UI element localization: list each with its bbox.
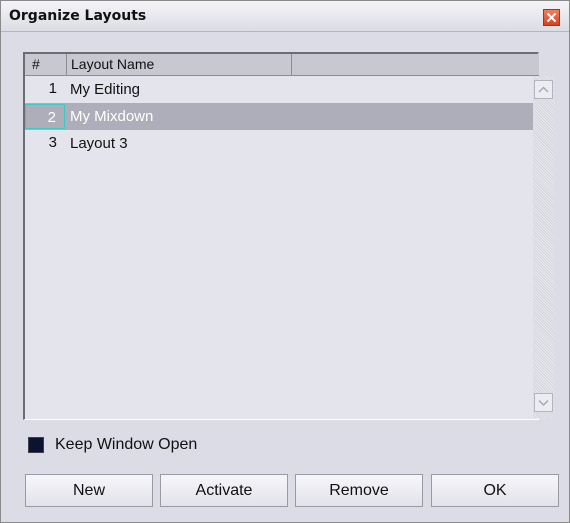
layout-number: 3 xyxy=(48,134,57,151)
new-button[interactable]: New xyxy=(25,474,153,507)
layout-name: Layout 3 xyxy=(70,135,128,152)
organize-layouts-dialog: Organize Layouts # Layout Name 1 My Edit… xyxy=(0,0,570,523)
column-header-number[interactable]: # xyxy=(25,54,67,75)
title-bar[interactable]: Organize Layouts xyxy=(1,1,569,32)
chevron-up-icon xyxy=(538,86,549,93)
column-header-layout-name[interactable]: Layout Name xyxy=(68,54,292,75)
scroll-up-button[interactable] xyxy=(534,80,553,99)
layout-list[interactable]: # Layout Name 1 My Editing 2 My Mixdown … xyxy=(23,52,555,420)
layout-number: 1 xyxy=(48,80,57,97)
close-button[interactable] xyxy=(543,9,560,26)
list-header: # Layout Name xyxy=(25,54,539,76)
list-item[interactable]: 1 My Editing xyxy=(25,76,533,103)
window-title: Organize Layouts xyxy=(9,8,147,24)
scroll-down-button[interactable] xyxy=(534,393,553,412)
ok-button[interactable]: OK xyxy=(431,474,559,507)
remove-button[interactable]: Remove xyxy=(295,474,423,507)
list-rows: 1 My Editing 2 My Mixdown 3 Layout 3 xyxy=(25,76,533,157)
chevron-down-icon xyxy=(538,399,549,407)
keep-window-open-label: Keep Window Open xyxy=(55,436,198,453)
vertical-scrollbar[interactable] xyxy=(533,76,555,418)
list-item[interactable]: 3 Layout 3 xyxy=(25,130,533,157)
list-item-selected[interactable]: 2 My Mixdown xyxy=(25,103,533,130)
keep-window-open-checkbox[interactable] xyxy=(28,437,44,453)
close-icon xyxy=(546,12,557,23)
layout-number: 2 xyxy=(25,104,65,129)
layout-name: My Editing xyxy=(70,81,141,98)
activate-button[interactable]: Activate xyxy=(160,474,288,507)
layout-name: My Mixdown xyxy=(70,108,154,125)
